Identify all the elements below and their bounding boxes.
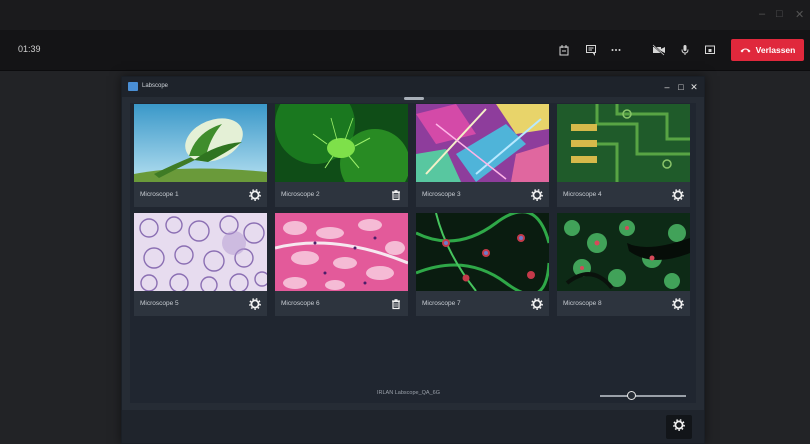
leave-call-button[interactable]: Verlassen (731, 39, 804, 61)
microscope-card[interactable]: Microscope 3 (416, 104, 549, 207)
microscope-name: Microscope 3 (422, 191, 461, 198)
microscope-preview-image (275, 104, 408, 182)
microscope-card[interactable]: Microscope 1 (134, 104, 267, 207)
leave-call-label: Verlassen (755, 45, 796, 55)
card-footer: Microscope 4 (557, 182, 690, 207)
call-toolbar: 01:39 Verlassen (0, 30, 810, 71)
microscope-preview-image (275, 213, 408, 291)
window-title-bar: – □ ✕ (0, 0, 810, 30)
card-footer: Microscope 7 (416, 291, 549, 316)
trash-icon[interactable] (390, 188, 402, 201)
drag-handle[interactable] (404, 97, 424, 100)
microscope-card[interactable]: Microscope 6 (275, 213, 408, 316)
labscope-logo-icon (128, 82, 138, 91)
hang-up-icon (740, 45, 751, 55)
app-close-button[interactable]: ✕ (689, 81, 699, 93)
microscope-name: Microscope 2 (281, 191, 320, 198)
microscope-card[interactable]: Microscope 4 (557, 104, 690, 207)
zoom-slider-track[interactable] (600, 395, 686, 397)
participants-icon[interactable] (556, 42, 572, 58)
microscope-grid: Microscope 1 Microscope 2 Microscope 3 M… (130, 103, 696, 403)
trash-icon[interactable] (390, 297, 402, 310)
microscope-name: Microscope 6 (281, 300, 320, 307)
settings-icon[interactable] (531, 297, 543, 310)
card-footer: Microscope 3 (416, 182, 549, 207)
card-footer: Microscope 6 (275, 291, 408, 316)
card-footer: Microscope 5 (134, 291, 267, 316)
call-timer: 01:39 (18, 44, 41, 54)
app-name: Labscope (142, 83, 169, 89)
gear-icon (673, 418, 685, 436)
microscope-name: Microscope 7 (422, 300, 461, 307)
app-settings-button[interactable] (666, 415, 692, 439)
microscope-preview-image (557, 104, 690, 182)
maximize-button[interactable]: □ (776, 8, 783, 20)
microphone-icon[interactable] (677, 42, 693, 58)
microscope-card[interactable]: Microscope 5 (134, 213, 267, 316)
microscope-preview-image (416, 104, 549, 182)
app-bottom-bar (122, 410, 704, 443)
microscope-preview-image (134, 213, 267, 291)
app-minimize-button[interactable]: – (662, 81, 672, 93)
microscope-name: Microscope 8 (563, 300, 602, 307)
app-maximize-button[interactable]: □ (676, 81, 686, 93)
chat-icon[interactable] (583, 42, 599, 58)
settings-icon[interactable] (249, 188, 261, 201)
more-options-icon[interactable] (608, 42, 624, 58)
settings-icon[interactable] (672, 297, 684, 310)
microscope-card[interactable]: Microscope 2 (275, 104, 408, 207)
settings-icon[interactable] (672, 188, 684, 201)
close-button[interactable]: ✕ (795, 8, 804, 21)
microscope-name: Microscope 4 (563, 191, 602, 198)
minimize-button[interactable]: – (759, 8, 765, 20)
microscope-name: Microscope 1 (140, 191, 179, 198)
labscope-window: Labscope – □ ✕ Microscope 1 Microscope 2… (121, 76, 705, 444)
card-footer: Microscope 2 (275, 182, 408, 207)
microscope-preview-image (416, 213, 549, 291)
card-footer: Microscope 1 (134, 182, 267, 207)
connection-status: IRLAN Labscope_QA_6G (377, 390, 440, 396)
share-screen-icon[interactable] (702, 42, 718, 58)
app-title-bar: Labscope – □ ✕ (122, 77, 704, 97)
camera-off-icon[interactable] (651, 42, 667, 58)
microscope-card[interactable]: Microscope 7 (416, 213, 549, 316)
microscope-preview-image (134, 104, 267, 182)
card-footer: Microscope 8 (557, 291, 690, 316)
settings-icon[interactable] (531, 188, 543, 201)
microscope-card[interactable]: Microscope 8 (557, 213, 690, 316)
settings-icon[interactable] (249, 297, 261, 310)
microscope-name: Microscope 5 (140, 300, 179, 307)
microscope-preview-image (557, 213, 690, 291)
